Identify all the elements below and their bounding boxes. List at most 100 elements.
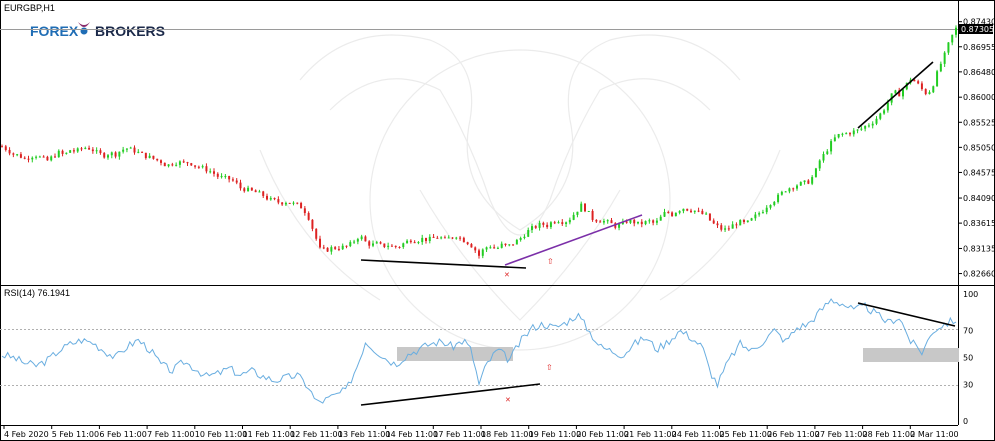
candle-body bbox=[300, 203, 303, 209]
symbol-label: EURGBP,H1 bbox=[4, 3, 55, 13]
candle-body bbox=[830, 141, 833, 152]
candle-body bbox=[235, 180, 238, 183]
candle-body bbox=[754, 214, 757, 219]
candle-body bbox=[451, 237, 454, 239]
trendline-rsi-highs[interactable] bbox=[857, 302, 956, 327]
candle-body bbox=[610, 220, 613, 224]
price-tick-label: 0.82660 bbox=[963, 270, 995, 279]
candle-body bbox=[504, 243, 507, 246]
candle-body bbox=[394, 245, 397, 247]
candle-body bbox=[481, 249, 484, 256]
candle-body bbox=[148, 155, 151, 158]
candle-body bbox=[731, 224, 734, 229]
price-tick-label: 0.85050 bbox=[963, 143, 995, 152]
chart-canvas[interactable]: EURGBP,H1 FOREX BROKERS 0.87305 0.874300… bbox=[0, 0, 995, 441]
candle-body bbox=[943, 52, 946, 64]
time-tick-label: 27 Feb 11:00 bbox=[815, 430, 867, 439]
candle-body bbox=[512, 244, 515, 246]
candle-body bbox=[739, 220, 742, 226]
candle-body bbox=[542, 222, 545, 225]
candle-body bbox=[553, 222, 556, 224]
candle-body bbox=[720, 225, 723, 230]
trendline-purple[interactable] bbox=[504, 214, 643, 266]
candle-body bbox=[705, 213, 708, 215]
candle-body bbox=[220, 176, 223, 178]
candle-body bbox=[655, 220, 658, 223]
candle-body bbox=[799, 182, 802, 186]
candle-body bbox=[337, 248, 340, 250]
trendline-rsi-lows[interactable] bbox=[360, 383, 541, 406]
candle-body bbox=[35, 156, 38, 158]
candle-body bbox=[322, 247, 325, 249]
candle-body bbox=[841, 133, 844, 135]
candle-body bbox=[16, 154, 19, 156]
time-tick-label: 14 Feb 11:00 bbox=[386, 430, 438, 439]
candle-body bbox=[595, 219, 598, 222]
time-tick-label: 5 Feb 11:00 bbox=[52, 430, 99, 439]
candle-body bbox=[462, 237, 465, 243]
candle-body bbox=[584, 203, 586, 212]
candle-body bbox=[368, 241, 371, 246]
candle-body bbox=[125, 148, 128, 150]
candle-body bbox=[750, 218, 753, 221]
candle-body bbox=[231, 179, 234, 181]
candle-body bbox=[315, 228, 318, 239]
candle-body bbox=[95, 150, 98, 152]
candle-body bbox=[175, 164, 178, 166]
time-tick-label: 18 Feb 11:00 bbox=[481, 430, 533, 439]
price-tick-label: 0.84090 bbox=[963, 194, 995, 203]
candle-body bbox=[406, 240, 409, 244]
candle-body bbox=[91, 149, 94, 152]
candle-body bbox=[292, 202, 295, 204]
candle-body bbox=[818, 160, 821, 169]
candle-body bbox=[133, 147, 136, 153]
price-tick-label: 0.86955 bbox=[963, 43, 995, 52]
cross-marker-icon: ✕ bbox=[505, 397, 511, 404]
candle-body bbox=[743, 220, 745, 223]
time-tick-label: 25 Feb 11:00 bbox=[720, 430, 772, 439]
candle-body bbox=[939, 63, 942, 72]
candle-body bbox=[190, 163, 193, 166]
candle-body bbox=[178, 161, 181, 165]
candle-body bbox=[871, 123, 874, 126]
candle-body bbox=[213, 171, 215, 174]
candle-body bbox=[678, 211, 681, 213]
candle-body bbox=[867, 125, 870, 127]
candle-body bbox=[141, 151, 144, 153]
candle-body bbox=[663, 211, 666, 217]
candle-body bbox=[243, 188, 246, 192]
candle-body bbox=[137, 151, 140, 153]
candle-body bbox=[606, 220, 609, 222]
candle-body bbox=[387, 245, 390, 247]
candle-body bbox=[194, 165, 197, 167]
candle-body bbox=[284, 202, 287, 205]
candle-body bbox=[470, 244, 473, 248]
candle-body bbox=[955, 27, 957, 35]
candle-body bbox=[527, 230, 530, 237]
candle-body bbox=[587, 210, 590, 212]
candle-body bbox=[440, 237, 443, 239]
candle-body bbox=[837, 134, 840, 138]
candle-body bbox=[156, 158, 159, 161]
candle-body bbox=[216, 173, 219, 177]
candle-body bbox=[640, 221, 643, 225]
candle-body bbox=[845, 133, 848, 135]
candle-body bbox=[110, 152, 113, 156]
candle-body bbox=[54, 156, 56, 158]
metatrader-chart-window[interactable]: EURGBP,H1 FOREX BROKERS 0.87305 0.87430 0… bbox=[0, 0, 995, 441]
candle-body bbox=[883, 110, 886, 114]
price-tick-label: 0.85525 bbox=[963, 118, 995, 127]
candle-body bbox=[4, 146, 7, 150]
candle-body bbox=[758, 213, 761, 215]
trendline-price-highs[interactable] bbox=[857, 61, 934, 129]
rsi-tick-labels: 100 70 50 30 0 bbox=[963, 290, 978, 426]
candlestick-series bbox=[1, 25, 957, 259]
candle-body bbox=[118, 151, 121, 157]
rsi-zone-box-1 bbox=[397, 347, 513, 361]
candle-body bbox=[580, 203, 583, 212]
candle-body bbox=[390, 245, 393, 247]
time-tick-label: 10 Feb 11:00 bbox=[195, 430, 247, 439]
candle-body bbox=[455, 237, 458, 239]
candle-body bbox=[197, 166, 200, 168]
candle-body bbox=[254, 190, 257, 193]
